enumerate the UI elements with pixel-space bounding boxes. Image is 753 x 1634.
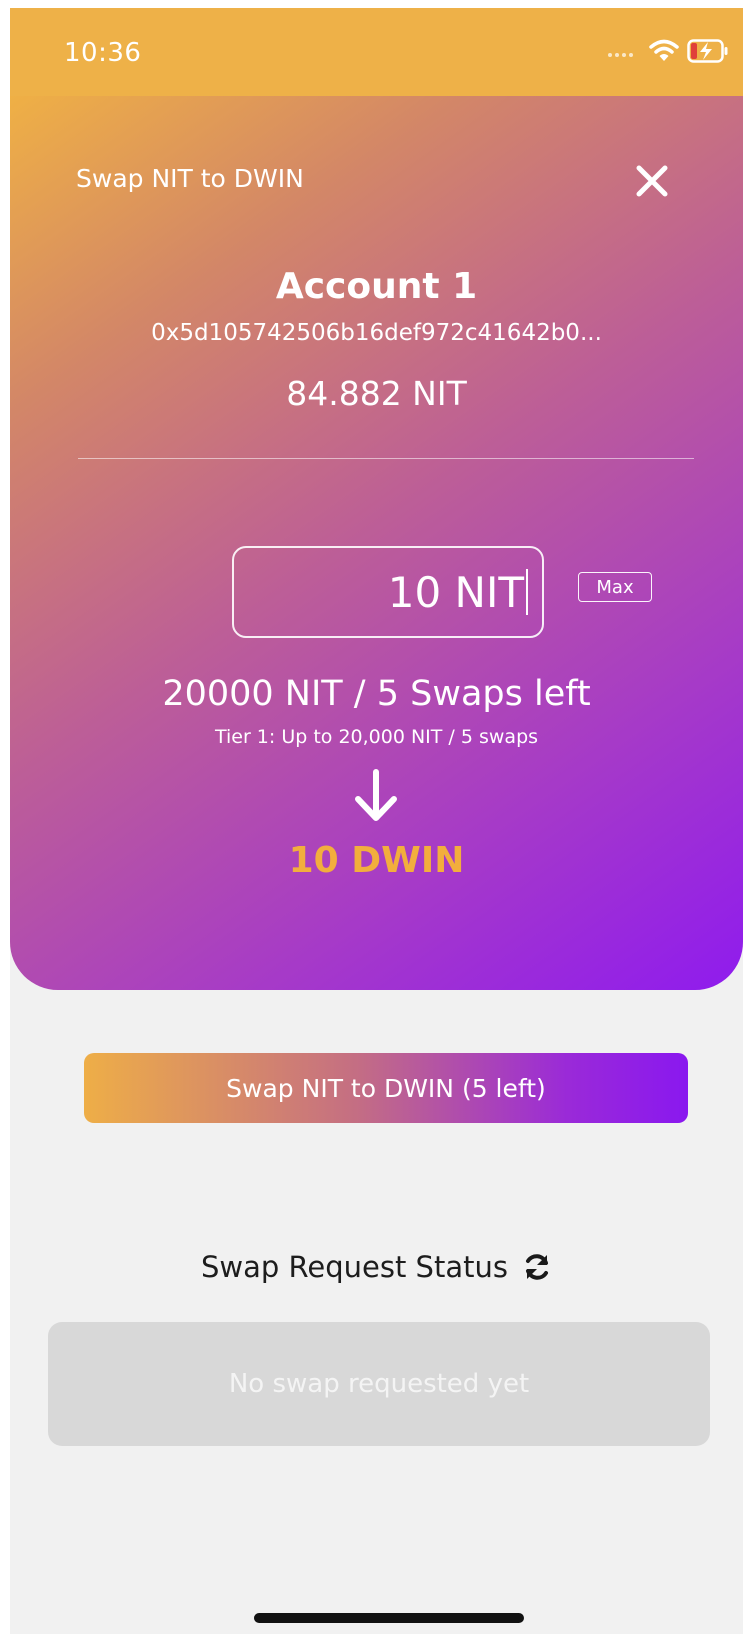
divider <box>78 458 694 459</box>
receive-amount: 10 DWIN <box>288 840 465 881</box>
close-icon <box>636 165 668 197</box>
swap-amount-value: 10 NIT <box>387 567 524 617</box>
wifi-icon <box>649 39 679 67</box>
account-name: Account 1 <box>275 266 478 307</box>
status-bar: 10:36 <box>10 8 743 96</box>
account-balance: 84.882 NIT <box>286 374 467 413</box>
account-address: 0x5d105742506b16def972c41642b0... <box>151 320 602 346</box>
refresh-icon[interactable] <box>522 1252 552 1282</box>
status-time: 10:36 <box>64 38 142 68</box>
swap-button[interactable]: Swap NIT to DWIN (5 left) <box>84 1053 688 1123</box>
signal-icon <box>607 44 641 63</box>
tier-text: Tier 1: Up to 20,000 NIT / 5 swaps <box>214 726 539 748</box>
app-screen: 10:36 Swap NIT to DWIN Account 1 0x5d105… <box>10 8 743 1634</box>
home-indicator <box>254 1613 524 1623</box>
text-caret <box>526 569 528 615</box>
swap-status-heading: Swap Request Status <box>10 1250 743 1284</box>
max-button[interactable]: Max <box>578 572 652 602</box>
swap-status-panel: No swap requested yet <box>48 1322 710 1446</box>
swap-limit-text: 20000 NIT / 5 Swaps left <box>162 674 591 714</box>
empty-status-message: No swap requested yet <box>228 1369 530 1399</box>
swap-amount-input[interactable]: 10 NIT <box>232 546 544 638</box>
arrow-down-icon <box>355 769 397 821</box>
page-title: Swap NIT to DWIN <box>76 164 304 193</box>
close-button[interactable] <box>629 158 675 204</box>
swap-header-card: Swap NIT to DWIN Account 1 0x5d105742506… <box>10 96 743 990</box>
status-icons <box>607 38 729 68</box>
battery-charging-icon <box>687 38 729 68</box>
swap-status-label: Swap Request Status <box>201 1250 508 1284</box>
